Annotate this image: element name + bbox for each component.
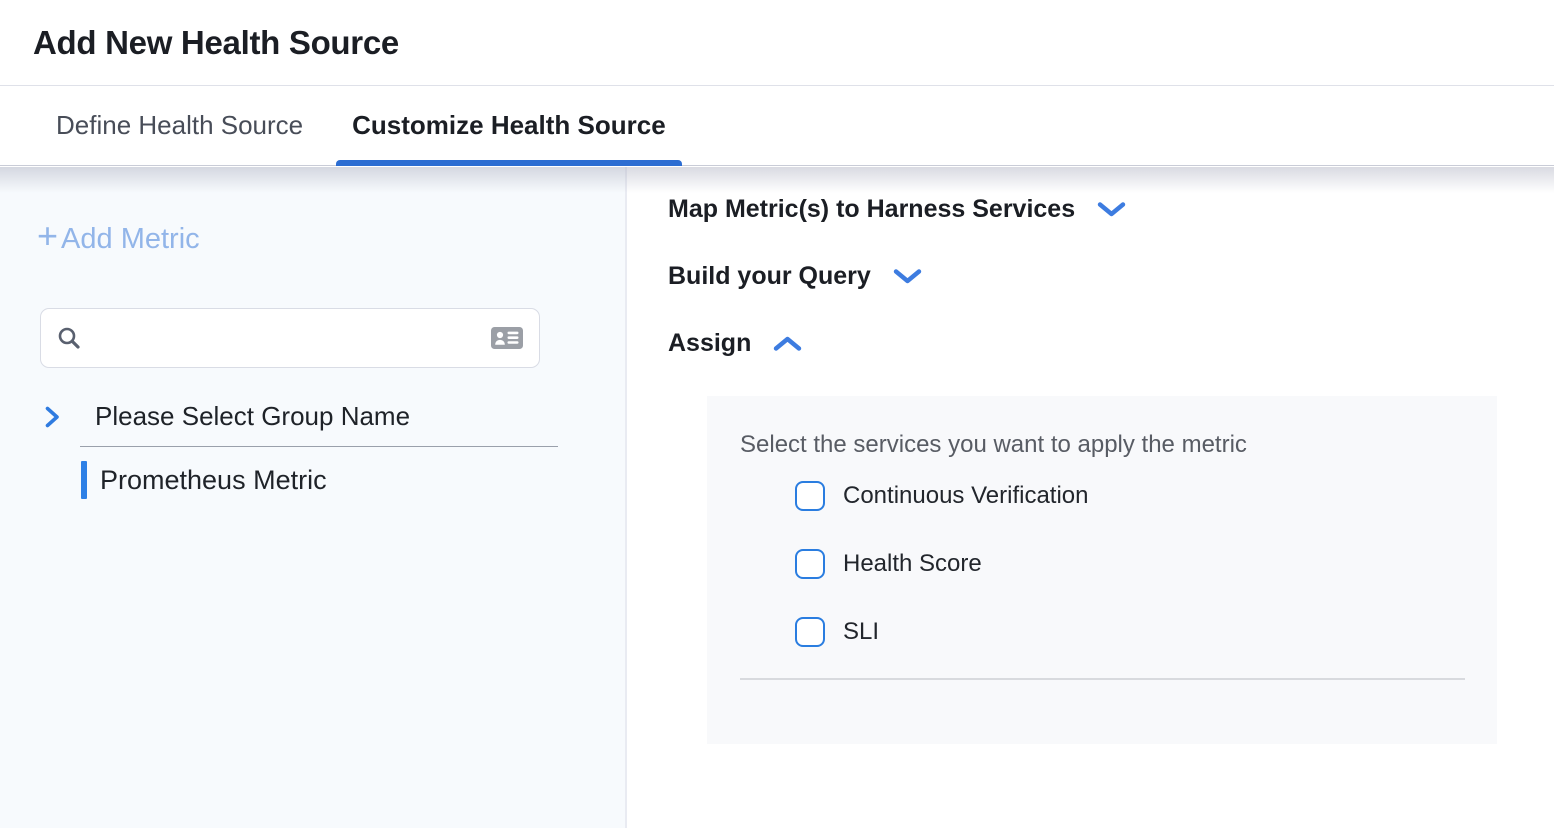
chevron-down-icon [1097, 201, 1126, 218]
section-build-query-label: Build your Query [668, 262, 871, 291]
search-icon [56, 325, 82, 351]
add-health-source-dialog: Add New Health Source Define Health Sour… [0, 0, 1554, 828]
chevron-down-icon [893, 268, 922, 285]
tab-customize-health-source[interactable]: Customize Health Source [336, 86, 682, 165]
group-name-label: Please Select Group Name [95, 401, 410, 432]
search-input[interactable] [94, 323, 490, 353]
add-metric-button[interactable]: Add Metric [37, 223, 200, 256]
dialog-header: Add New Health Source [0, 0, 1554, 86]
chevron-up-icon [773, 335, 802, 352]
section-assign-label: Assign [668, 329, 751, 358]
metric-item-label: Prometheus Metric [100, 465, 327, 496]
chevron-right-icon [43, 405, 61, 429]
option-health-score[interactable]: Health Score [795, 549, 1497, 579]
health-source-tabs: Define Health Source Customize Health So… [0, 86, 1554, 166]
option-sli[interactable]: SLI [795, 617, 1497, 647]
section-map-metrics-label: Map Metric(s) to Harness Services [668, 195, 1075, 224]
section-assign[interactable]: Assign [668, 329, 1554, 358]
metrics-sidebar: Add Metric [0, 167, 627, 828]
add-metric-label: Add Metric [61, 223, 200, 256]
selected-indicator-bar [81, 461, 87, 499]
assign-prompt: Select the services you want to apply th… [740, 431, 1497, 459]
health-score-checkbox[interactable] [795, 549, 825, 579]
sli-checkbox[interactable] [795, 617, 825, 647]
page-title: Add New Health Source [33, 24, 399, 62]
metric-list-item-prometheus[interactable]: Prometheus Metric [81, 461, 625, 499]
continuous-verification-checkbox[interactable] [795, 481, 825, 511]
contact-card-icon[interactable] [490, 324, 524, 352]
plus-icon [37, 223, 58, 256]
option-label: Continuous Verification [843, 482, 1088, 510]
assign-services-panel: Select the services you want to apply th… [707, 396, 1497, 744]
option-label: SLI [843, 618, 879, 646]
option-label: Health Score [843, 550, 982, 578]
tab-define-health-source[interactable]: Define Health Source [40, 86, 319, 165]
panel-divider [740, 678, 1465, 680]
metric-search-box [40, 308, 540, 368]
group-divider [80, 446, 558, 447]
section-map-metrics[interactable]: Map Metric(s) to Harness Services [668, 195, 1554, 224]
customize-health-source-panel: Map Metric(s) to Harness Services Build … [627, 167, 1554, 828]
section-build-query[interactable]: Build your Query [668, 262, 1554, 291]
metric-group-toggle[interactable]: Please Select Group Name [0, 401, 625, 432]
dialog-body: Add Metric [0, 167, 1554, 828]
option-continuous-verification[interactable]: Continuous Verification [795, 481, 1497, 511]
